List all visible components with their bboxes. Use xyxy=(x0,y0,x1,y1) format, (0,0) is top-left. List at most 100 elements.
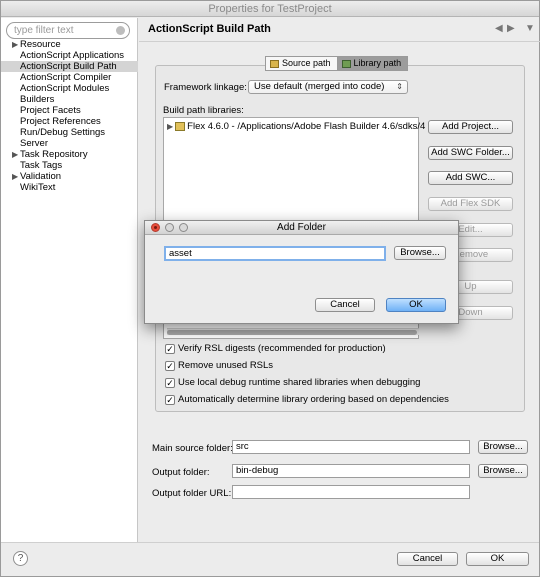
sidebar: type filter text ▶ Resource ActionScript… xyxy=(1,18,138,542)
expand-arrow-icon[interactable]: ▶ xyxy=(12,171,18,182)
sidebar-item-label: WikiText xyxy=(20,182,56,193)
help-icon[interactable]: ? xyxy=(13,551,28,566)
checkmark-icon: ✓ xyxy=(165,360,175,371)
checkbox-label: Remove unused RSLs xyxy=(178,360,274,371)
checkmark-icon: ✓ xyxy=(165,394,175,405)
output-folder-browse-button[interactable]: Browse... xyxy=(478,464,528,478)
checkmark-icon: ✓ xyxy=(165,343,175,354)
sidebar-item-label: Task Repository xyxy=(20,149,88,160)
expand-arrow-icon[interactable]: ▶ xyxy=(167,122,173,131)
framework-linkage-select[interactable]: Use default (merged into code) ⇕ xyxy=(248,80,408,94)
tab-library-path[interactable]: Library path xyxy=(337,56,409,71)
view-menu-icon[interactable]: ▼ xyxy=(525,23,535,34)
header-divider xyxy=(139,41,540,42)
cancel-button[interactable]: Cancel xyxy=(397,552,458,566)
header-controls: ◀ ▶ ▼ xyxy=(491,23,535,37)
sidebar-item-project-facets[interactable]: Project Facets xyxy=(1,105,138,116)
footer-divider xyxy=(1,542,539,543)
sidebar-item-validation[interactable]: ▶ Validation xyxy=(1,171,138,182)
sidebar-item-label: ActionScript Build Path xyxy=(20,61,117,72)
scrollbar-thumb[interactable] xyxy=(167,330,417,335)
main-source-browse-button[interactable]: Browse... xyxy=(478,440,528,454)
sidebar-item-run-debug-settings[interactable]: Run/Debug Settings xyxy=(1,127,138,138)
verify-rsl-checkbox[interactable]: ✓ Verify RSL digests (recommended for pr… xyxy=(165,343,386,354)
build-path-tabs: Source path Library path xyxy=(265,56,409,71)
updown-arrows-icon: ⇕ xyxy=(396,82,403,91)
back-arrow-icon[interactable]: ◀ xyxy=(495,23,503,34)
library-icon xyxy=(341,59,351,68)
add-folder-dialog: Add Folder asset Browse... Cancel OK xyxy=(144,220,459,324)
auto-library-ordering-checkbox[interactable]: ✓ Automatically determine library orderi… xyxy=(165,394,449,405)
sidebar-item-task-repository[interactable]: ▶ Task Repository xyxy=(1,149,138,160)
sidebar-item-label: Project Facets xyxy=(20,105,81,116)
list-item[interactable]: ▶ Flex 4.6.0 - /Applications/Adobe Flash… xyxy=(167,121,425,132)
properties-window: Properties for TestProject type filter t… xyxy=(0,0,540,577)
tab-source-path[interactable]: Source path xyxy=(265,56,338,71)
sidebar-item-label: ActionScript Compiler xyxy=(20,72,112,83)
add-swc-button[interactable]: Add SWC... xyxy=(428,171,513,185)
zoom-window-icon[interactable] xyxy=(179,223,188,232)
sidebar-item-task-tags[interactable]: Task Tags xyxy=(1,160,138,171)
expand-arrow-icon[interactable]: ▶ xyxy=(12,39,18,50)
sidebar-item-actionscript-applications[interactable]: ActionScript Applications xyxy=(1,50,138,61)
sidebar-item-label: Resource xyxy=(20,39,61,50)
filter-input[interactable]: type filter text xyxy=(6,22,130,39)
framework-linkage-label: Framework linkage: xyxy=(164,82,247,93)
expand-arrow-icon[interactable]: ▶ xyxy=(12,149,18,160)
dialog-titlebar: Add Folder xyxy=(145,221,458,235)
library-entry-label: Flex 4.6.0 - /Applications/Adobe Flash B… xyxy=(187,121,426,132)
output-folder-url-field[interactable] xyxy=(232,485,470,499)
sidebar-item-label: Task Tags xyxy=(20,160,63,171)
sidebar-item-actionscript-compiler[interactable]: ActionScript Compiler xyxy=(1,72,138,83)
folder-icon xyxy=(270,59,279,68)
sidebar-item-label: ActionScript Applications xyxy=(20,50,125,61)
main-source-folder-label: Main source folder: xyxy=(152,443,233,454)
sidebar-item-label: Run/Debug Settings xyxy=(20,127,106,138)
add-flex-sdk-button[interactable]: Add Flex SDK xyxy=(428,197,513,211)
dialog-title: Add Folder xyxy=(277,222,326,233)
add-project-button[interactable]: Add Project... xyxy=(428,120,513,134)
sidebar-item-actionscript-modules[interactable]: ActionScript Modules xyxy=(1,83,138,94)
sidebar-item-project-references[interactable]: Project References xyxy=(1,116,138,127)
clear-filter-icon[interactable] xyxy=(116,26,125,35)
sidebar-item-server[interactable]: Server xyxy=(1,138,138,149)
output-folder-label: Output folder: xyxy=(152,467,210,478)
sidebar-item-label: ActionScript Modules xyxy=(20,83,110,94)
output-folder-url-label: Output folder URL: xyxy=(152,488,232,499)
sidebar-item-label: Validation xyxy=(20,171,62,182)
sidebar-item-label: Project References xyxy=(20,116,101,127)
folder-name-input[interactable]: asset xyxy=(164,246,386,261)
dialog-browse-button[interactable]: Browse... xyxy=(394,246,446,260)
filter-placeholder: type filter text xyxy=(14,25,74,36)
sidebar-item-label: Builders xyxy=(20,94,55,105)
checkbox-label: Use local debug runtime shared libraries… xyxy=(178,377,421,388)
build-path-label: Build path libraries: xyxy=(163,105,244,116)
tab-label: Library path xyxy=(353,58,402,68)
window-title: Properties for TestProject xyxy=(1,1,539,17)
sdk-library-icon xyxy=(175,122,186,131)
close-window-icon[interactable] xyxy=(151,223,160,232)
tab-label: Source path xyxy=(282,58,331,68)
sidebar-item-wikitext[interactable]: WikiText xyxy=(1,182,138,193)
add-swc-folder-button[interactable]: Add SWC Folder... xyxy=(428,146,513,160)
library-horizontal-scrollbar[interactable] xyxy=(167,328,419,335)
checkmark-icon: ✓ xyxy=(165,377,175,388)
checkbox-label: Verify RSL digests (recommended for prod… xyxy=(178,343,386,354)
dialog-ok-button[interactable]: OK xyxy=(386,298,446,312)
ok-button[interactable]: OK xyxy=(466,552,529,566)
forward-arrow-icon[interactable]: ▶ xyxy=(507,23,515,34)
sidebar-tree: ▶ Resource ActionScript Applications Act… xyxy=(1,39,138,193)
page-title: ActionScript Build Path xyxy=(148,23,271,35)
sidebar-item-actionscript-build-path[interactable]: ActionScript Build Path xyxy=(1,61,138,72)
sidebar-item-builders[interactable]: Builders xyxy=(1,94,138,105)
dialog-cancel-button[interactable]: Cancel xyxy=(315,298,375,312)
minimize-window-icon[interactable] xyxy=(165,223,174,232)
main-source-folder-field[interactable]: src xyxy=(232,440,470,454)
sidebar-item-label: Server xyxy=(20,138,48,149)
remove-unused-rsls-checkbox[interactable]: ✓ Remove unused RSLs xyxy=(165,360,273,371)
local-debug-rsl-checkbox[interactable]: ✓ Use local debug runtime shared librari… xyxy=(165,377,420,388)
checkbox-label: Automatically determine library ordering… xyxy=(178,394,449,405)
output-folder-field[interactable]: bin-debug xyxy=(232,464,470,478)
framework-linkage-value: Use default (merged into code) xyxy=(254,81,385,92)
sidebar-item-resource[interactable]: ▶ Resource xyxy=(1,39,138,50)
